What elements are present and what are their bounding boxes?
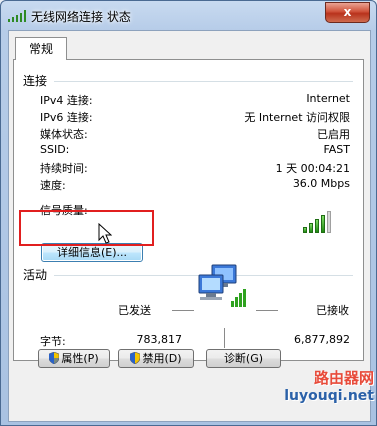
uac-shield-icon bbox=[49, 351, 60, 365]
ipv4-label: IPv4 连接: bbox=[40, 94, 93, 107]
sent-label: 已发送 bbox=[118, 304, 151, 317]
bytes-label: 字节: bbox=[40, 335, 66, 348]
ssid-value: FAST bbox=[323, 143, 350, 156]
status-window: 无线网络连接 状态 x 常规 连接 IPv4 连接: Internet IPv6… bbox=[0, 0, 377, 426]
ipv4-value: Internet bbox=[306, 92, 350, 105]
ssid-label: SSID: bbox=[40, 143, 70, 156]
title-bar[interactable]: 无线网络连接 状态 x bbox=[1, 1, 376, 29]
connection-divider bbox=[54, 81, 353, 82]
signal-bar bbox=[315, 219, 319, 233]
duration-label: 持续时间: bbox=[40, 162, 88, 175]
duration-value: 1 天 00:04:21 bbox=[275, 162, 350, 175]
mouse-cursor-icon bbox=[98, 223, 112, 244]
uac-shield-icon bbox=[130, 351, 141, 365]
media-state-label: 媒体状态: bbox=[40, 128, 88, 141]
properties-label: 属性(P) bbox=[61, 352, 99, 365]
speed-label: 速度: bbox=[40, 179, 66, 192]
wireless-signal-icon bbox=[8, 10, 26, 22]
signal-bar bbox=[303, 227, 307, 233]
tab-general[interactable]: 常规 bbox=[15, 37, 67, 60]
window-title: 无线网络连接 状态 bbox=[31, 10, 131, 24]
signal-strength-icon bbox=[303, 211, 333, 233]
bytes-received-value: 6,877,892 bbox=[294, 333, 350, 346]
connection-heading: 连接 bbox=[23, 74, 48, 88]
activity-heading: 活动 bbox=[23, 268, 48, 282]
diagnose-button[interactable]: 诊断(G) bbox=[206, 349, 281, 368]
signal-bar bbox=[309, 223, 313, 233]
signal-bar bbox=[327, 211, 331, 233]
disable-button[interactable]: 禁用(D) bbox=[118, 349, 194, 368]
watermark: 路由器网 luyouqi.net bbox=[262, 367, 374, 423]
ipv6-value: 无 Internet 访问权限 bbox=[244, 111, 350, 124]
received-line bbox=[256, 310, 278, 311]
sent-line bbox=[172, 310, 194, 311]
close-button[interactable]: x bbox=[325, 2, 370, 23]
details-highlight-box bbox=[19, 210, 154, 246]
media-state-value: 已启用 bbox=[317, 128, 350, 141]
ipv6-label: IPv6 连接: bbox=[40, 111, 93, 124]
activity-center-line bbox=[224, 328, 225, 348]
watermark-line2: luyouqi.net bbox=[284, 388, 374, 404]
watermark-line1: 路由器网 bbox=[313, 369, 374, 387]
received-label: 已接收 bbox=[316, 304, 349, 317]
signal-bar bbox=[321, 215, 325, 233]
speed-value: 36.0 Mbps bbox=[292, 177, 350, 190]
disable-label: 禁用(D) bbox=[142, 352, 182, 365]
properties-button[interactable]: 属性(P) bbox=[38, 349, 110, 368]
network-computers-icon bbox=[198, 264, 246, 307]
bytes-sent-value: 783,817 bbox=[136, 333, 183, 346]
